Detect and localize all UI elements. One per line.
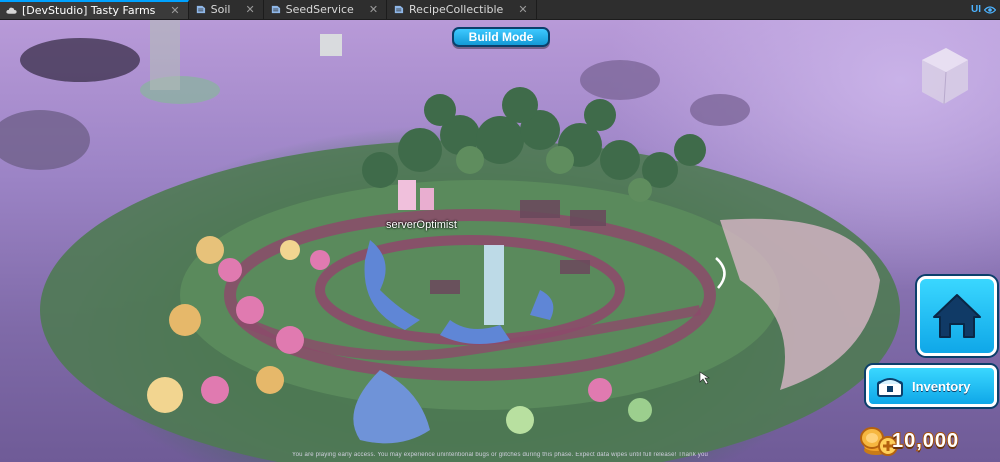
script-icon xyxy=(196,5,205,14)
inventory-label: Inventory xyxy=(912,378,971,394)
close-icon[interactable]: ✕ xyxy=(518,3,527,16)
stone-cube xyxy=(922,48,968,105)
close-icon[interactable]: ✕ xyxy=(170,4,179,17)
tab-label: RecipeCollectible xyxy=(409,3,504,16)
chest-icon xyxy=(877,378,903,397)
coin-amount: 10,000 xyxy=(891,429,960,453)
script-icon xyxy=(394,5,404,14)
tab-label: [DevStudio] Tasty Farms xyxy=(22,4,156,17)
close-icon[interactable]: ✕ xyxy=(245,3,254,16)
ui-visibility-toggle[interactable]: UI xyxy=(971,0,996,19)
tab-label: SeedService xyxy=(285,3,354,16)
tab-seedservice[interactable]: SeedService ✕ xyxy=(264,0,388,19)
tab-label: Soil xyxy=(210,3,231,16)
coin-balance: 10,000 xyxy=(858,424,998,460)
game-viewport[interactable]: You are playing early access. You may ex… xyxy=(0,20,1000,462)
script-icon xyxy=(271,5,280,14)
build-mode-button[interactable]: Build Mode xyxy=(452,27,550,47)
island-scene xyxy=(0,20,968,462)
cloud-icon xyxy=(6,7,17,14)
close-icon[interactable]: ✕ xyxy=(369,3,378,16)
player-name-tag: serverOptimist xyxy=(386,219,457,231)
inventory-button[interactable]: Inventory xyxy=(866,365,997,407)
tab-tasty-farms[interactable]: [DevStudio] Tasty Farms ✕ xyxy=(0,0,189,19)
home-button[interactable] xyxy=(917,276,997,356)
early-access-notice: You are playing early access. You may ex… xyxy=(291,452,709,458)
home-icon xyxy=(933,294,981,338)
ui-toggle-label: UI xyxy=(971,4,981,15)
studio-tab-bar: [DevStudio] Tasty Farms ✕ Soil ✕ SeedSer… xyxy=(0,0,1000,20)
eye-icon xyxy=(984,5,996,14)
tab-soil[interactable]: Soil ✕ xyxy=(189,0,264,19)
tab-recipecollectible[interactable]: RecipeCollectible ✕ xyxy=(387,0,537,19)
